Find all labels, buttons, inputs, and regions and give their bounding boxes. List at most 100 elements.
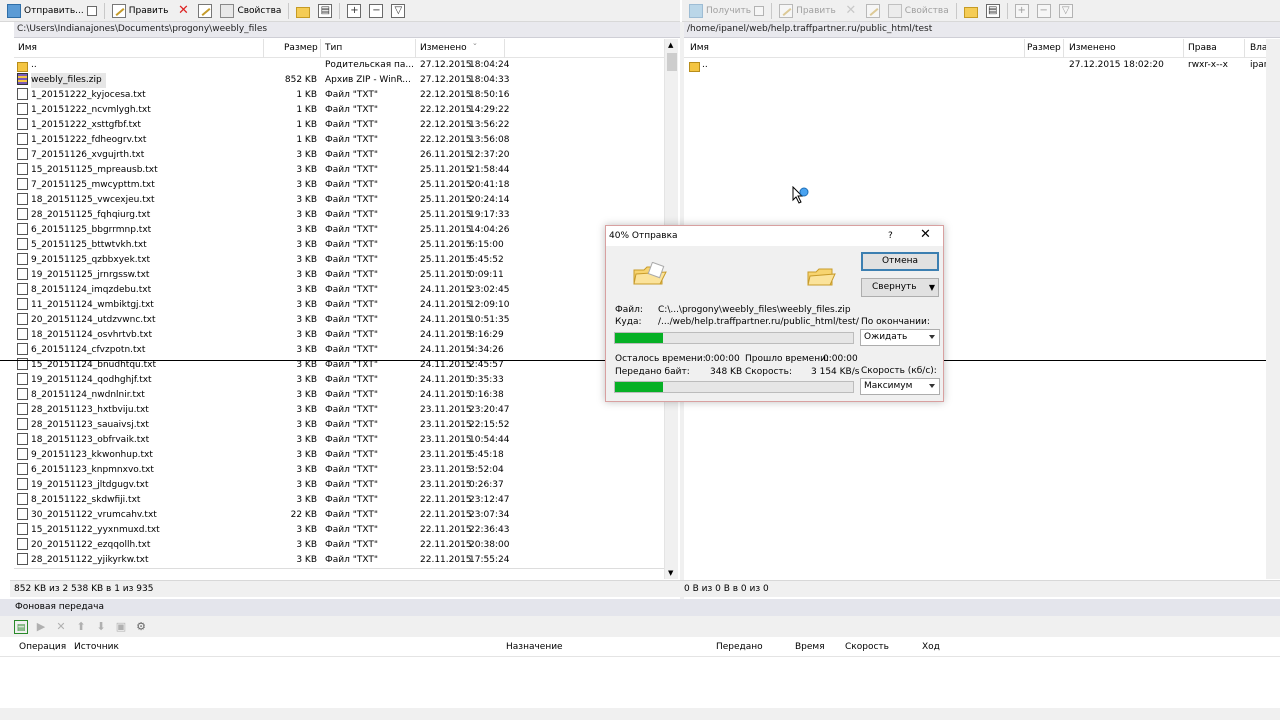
list-item[interactable]: 20_20151124_utdzvwnc.txt 3 KB Файл "TXT" 24… — [14, 313, 664, 328]
list-item[interactable]: 19_20151125_jrnrgssw.txt 3 KB Файл "TXT" 25… — [14, 268, 664, 283]
column-modified[interactable]: Изменено — [420, 43, 467, 53]
remote-select-all-button[interactable]: + — [1012, 2, 1032, 20]
options-icon[interactable]: ▣ — [114, 620, 128, 634]
column-transferred[interactable]: Передано — [716, 642, 763, 652]
list-item[interactable]: 28_20151122_yjikyrkw.txt 3 KB Файл "TXT" 22… — [14, 553, 664, 568]
list-item[interactable]: 1_20151222_fdheogrv.txt 1 KB Файл "TXT" 22.… — [14, 133, 664, 148]
column-name[interactable]: Имя — [18, 43, 37, 53]
column-owner[interactable]: Вла — [1250, 43, 1267, 53]
list-item[interactable]: 19_20151123_jltdgugv.txt 3 KB Файл "TXT" 23… — [14, 478, 664, 493]
dialog-titlebar[interactable]: 40% Отправка ? ✕ — [606, 226, 943, 246]
select-all-button[interactable]: + — [344, 2, 364, 20]
list-item[interactable]: 28_20151125_fqhqiurg.txt 3 KB Файл "TXT" 25… — [14, 208, 664, 223]
column-divider[interactable] — [320, 39, 321, 58]
delete-button[interactable]: ✕ — [173, 2, 193, 20]
play-icon[interactable]: ▶ — [34, 620, 48, 634]
rename-button[interactable] — [195, 2, 215, 20]
list-item[interactable]: .. Родительская па... 27.12.2015 18:04:24 — [14, 58, 664, 73]
column-divider[interactable] — [1063, 39, 1064, 58]
close-icon[interactable]: ✕ — [920, 225, 931, 245]
column-rights[interactable]: Права — [1188, 43, 1217, 53]
filter-button[interactable]: ▽ — [388, 2, 408, 20]
list-item[interactable]: 9_20151125_qzbbxyek.txt 3 KB Файл "TXT" 25.… — [14, 253, 664, 268]
settings-icon[interactable]: ⚙ — [134, 620, 148, 634]
column-name[interactable]: Имя — [690, 43, 709, 53]
local-path-bar[interactable]: C:\Users\Indianajones\Documents\progony\… — [14, 22, 680, 38]
column-type[interactable]: Тип — [325, 43, 342, 53]
list-item[interactable]: 5_20151125_bttwtvkh.txt 3 KB Файл "TXT" 25.… — [14, 238, 664, 253]
remote-new-folder-button[interactable] — [961, 2, 981, 20]
minimize-button[interactable]: Свернуть ▼ — [861, 278, 939, 297]
column-speed[interactable]: Скорость — [845, 642, 889, 652]
cancel-button[interactable]: Отмена — [861, 252, 939, 271]
column-operation[interactable]: Операция — [19, 642, 66, 652]
list-item[interactable]: 1_20151222_ncvmlygh.txt 1 KB Файл "TXT" 22.… — [14, 103, 664, 118]
remote-properties-button[interactable]: Свойства — [885, 2, 952, 20]
list-item[interactable]: .. 27.12.2015 18:02:20 rwxr-x--x ipar — [684, 58, 1266, 73]
list-item[interactable]: 28_20151123_sauaivsj.txt 3 KB Файл "TXT" 23… — [14, 418, 664, 433]
remote-filter-button[interactable]: ▽ — [1056, 2, 1076, 20]
scroll-up-icon[interactable]: ▲ — [668, 41, 673, 49]
column-divider[interactable] — [1244, 39, 1245, 58]
column-divider[interactable] — [504, 39, 505, 58]
help-button[interactable]: ? — [888, 226, 893, 246]
column-divider[interactable] — [415, 39, 416, 58]
list-item[interactable]: 6_20151123_knpmnxvo.txt 3 KB Файл "TXT" 23.… — [14, 463, 664, 478]
speed-limit-select[interactable]: Максимум — [860, 378, 940, 395]
column-modified[interactable]: Изменено — [1069, 43, 1116, 53]
on-finish-select[interactable]: Ожидать — [860, 329, 940, 346]
list-item[interactable]: 30_20151122_vrumcahv.txt 22 KB Файл "TXT" 2… — [14, 508, 664, 523]
list-item[interactable]: 8_20151124_imqzdebu.txt 3 KB Файл "TXT" 24.… — [14, 283, 664, 298]
list-item[interactable]: 19_20151124_qodhghjf.txt 3 KB Файл "TXT" 24… — [14, 373, 664, 388]
column-divider[interactable] — [1024, 39, 1025, 58]
list-item[interactable]: 8_20151122_skdwfiji.txt 3 KB Файл "TXT" 22.… — [14, 493, 664, 508]
list-item[interactable]: 28_20151123_hxtbviju.txt 3 KB Файл "TXT" 23… — [14, 403, 664, 418]
list-item[interactable]: 1_20151222_xsttgfbf.txt 1 KB Файл "TXT" 22.… — [14, 118, 664, 133]
column-time[interactable]: Время — [795, 642, 825, 652]
queue-icon[interactable]: ▤ — [14, 619, 28, 634]
remote-deselect-button[interactable]: − — [1034, 2, 1054, 20]
list-item[interactable]: 18_20151123_obfrvaik.txt 3 KB Файл "TXT" 23… — [14, 433, 664, 448]
download-button[interactable]: Получить — [686, 2, 767, 20]
column-destination[interactable]: Назначение — [506, 642, 563, 652]
download-options-icon[interactable] — [754, 5, 765, 16]
list-item[interactable]: 9_20151123_kkwonhup.txt 3 KB Файл "TXT" 23.… — [14, 448, 664, 463]
list-item[interactable]: 8_20151124_nwdnlnir.txt 3 KB Файл "TXT" 24.… — [14, 388, 664, 403]
properties-button[interactable]: Свойства — [217, 2, 284, 20]
list-item[interactable]: 6_20151125_bbgrrmnp.txt 3 KB Файл "TXT" 25.… — [14, 223, 664, 238]
remote-edit-button[interactable]: Править — [776, 2, 839, 20]
deselect-button[interactable]: − — [366, 2, 386, 20]
column-size[interactable]: Размер — [1027, 43, 1061, 53]
scroll-down-icon[interactable]: ▼ — [668, 569, 673, 577]
move-down-icon[interactable]: ⬇ — [94, 620, 108, 634]
stop-icon[interactable]: ✕ — [54, 620, 68, 634]
edit-button[interactable]: Править — [109, 2, 172, 20]
column-divider[interactable] — [263, 39, 264, 58]
list-item[interactable]: 7_20151125_mwcypttm.txt 3 KB Файл "TXT" 25.… — [14, 178, 664, 193]
upload-options-icon[interactable] — [86, 5, 97, 16]
remote-path-bar[interactable]: /home/ipanel/web/help.traffpartner.ru/pu… — [684, 22, 1280, 38]
new-file-button[interactable]: ▤ — [315, 2, 335, 20]
column-progress[interactable]: Ход — [922, 642, 940, 652]
list-item[interactable]: 18_20151125_vwcexjeu.txt 3 KB Файл "TXT" 25… — [14, 193, 664, 208]
list-item[interactable]: 1_20151222_kyjocesa.txt 1 KB Файл "TXT" 22.… — [14, 88, 664, 103]
remote-new-file-button[interactable]: ▤ — [983, 2, 1003, 20]
new-folder-button[interactable] — [293, 2, 313, 20]
column-divider[interactable] — [1183, 39, 1184, 58]
column-size[interactable]: Размер — [284, 43, 318, 53]
scroll-thumb[interactable] — [667, 53, 677, 71]
list-item[interactable]: 18_20151124_osvhrtvb.txt 3 KB Файл "TXT" 24… — [14, 328, 664, 343]
remote-delete-button[interactable]: ✕ — [841, 2, 861, 20]
move-up-icon[interactable]: ⬆ — [74, 620, 88, 634]
remote-rename-button[interactable] — [863, 2, 883, 20]
list-item[interactable]: 11_20151124_wmbiktgj.txt 3 KB Файл "TXT" 24… — [14, 298, 664, 313]
list-item[interactable]: 15_20151122_yyxnmuxd.txt 3 KB Файл "TXT" 22… — [14, 523, 664, 538]
bottom-scroll-track[interactable] — [0, 708, 1280, 720]
list-item[interactable]: weebly_files.zip 852 KB Архив ZIP - WinR..… — [14, 73, 664, 88]
column-source[interactable]: Источник — [74, 642, 119, 652]
dropdown-arrow-icon[interactable]: ▼ — [929, 279, 935, 296]
list-item[interactable]: 15_20151125_mpreausb.txt 3 KB Файл "TXT" 25… — [14, 163, 664, 178]
upload-button[interactable]: Отправить... — [4, 2, 100, 20]
list-item[interactable]: 6_20151124_cfvzpotn.txt 3 KB Файл "TXT" 24.… — [14, 343, 664, 358]
list-item[interactable]: 7_20151126_xvgujrth.txt 3 KB Файл "TXT" 26.… — [14, 148, 664, 163]
